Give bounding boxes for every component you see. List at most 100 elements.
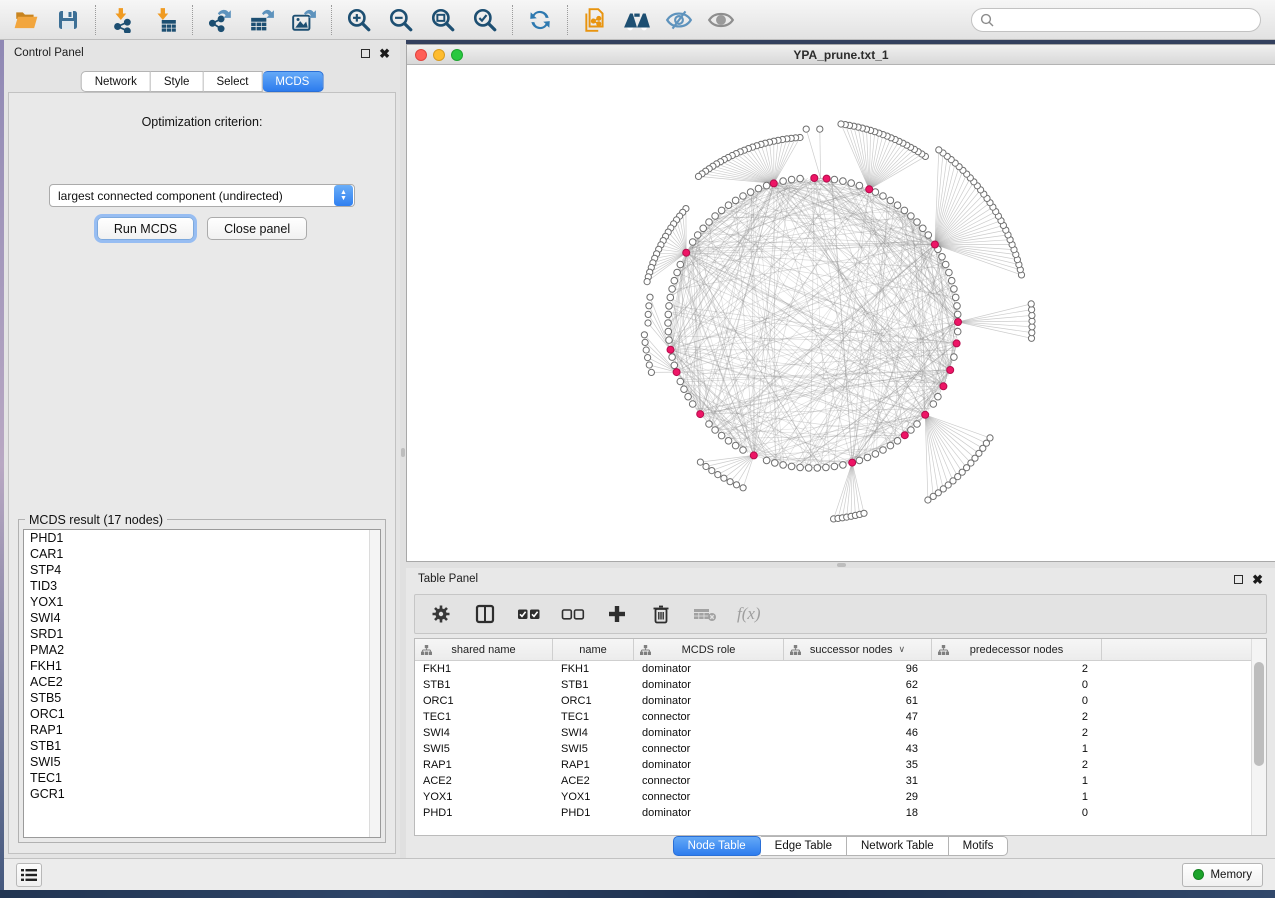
column-header-predecessor-nodes[interactable]: predecessor nodes [932, 639, 1102, 660]
clone-network-icon[interactable] [581, 6, 609, 34]
cell-MCDS-role: connector [634, 789, 784, 805]
criterion-dropdown[interactable]: largest connected component (undirected)… [49, 184, 355, 207]
mcds-result-item[interactable]: SRD1 [24, 626, 380, 642]
mcds-result-item[interactable]: ORC1 [24, 706, 380, 722]
tab-mcds[interactable]: MCDS [262, 71, 323, 92]
table-panel-title: Table Panel [418, 573, 478, 585]
float-panel-icon[interactable] [1234, 575, 1243, 584]
table-row[interactable]: ORC1ORC1dominator610 [415, 693, 1266, 709]
export-table-icon[interactable] [248, 6, 276, 34]
network-canvas[interactable] [407, 65, 1275, 561]
close-panel-icon[interactable]: ✖ [1252, 575, 1263, 584]
window-zoom-icon[interactable] [451, 49, 463, 61]
network-window: YPA_prune.txt_1 [406, 44, 1275, 562]
search-icon [980, 13, 994, 27]
table-row[interactable]: ACE2ACE2connector311 [415, 773, 1266, 789]
table-row[interactable]: PHD1PHD1dominator180 [415, 805, 1266, 821]
tab-network[interactable]: Network [81, 71, 151, 92]
cell-name: SWI4 [553, 725, 634, 741]
hide-selected-icon[interactable] [665, 6, 693, 34]
mcds-result-item[interactable]: GCR1 [24, 786, 380, 802]
show-all-icon[interactable] [707, 6, 735, 34]
tab-edge-table[interactable]: Edge Table [761, 836, 847, 856]
mcds-result-item[interactable]: STP4 [24, 562, 380, 578]
tab-style[interactable]: Style [151, 71, 204, 92]
network-window-titlebar[interactable]: YPA_prune.txt_1 [407, 45, 1275, 65]
control-panel: Control Panel ✖ NetworkStyleSelectMCDS O… [4, 40, 400, 858]
column-header-name[interactable]: name [553, 639, 634, 660]
mcds-list-scrollbar[interactable] [369, 530, 380, 837]
zoom-fit-icon[interactable] [429, 6, 457, 34]
float-panel-icon[interactable] [361, 49, 370, 58]
save-session-icon[interactable] [54, 6, 82, 34]
table-scrollbar[interactable] [1251, 639, 1266, 835]
mcds-result-item[interactable]: RAP1 [24, 722, 380, 738]
cell-name: RAP1 [553, 757, 634, 773]
mcds-result-item[interactable]: STB5 [24, 690, 380, 706]
table-options-icon[interactable] [429, 602, 453, 626]
zoom-selected-icon[interactable] [471, 6, 499, 34]
cell-successor-nodes: 29 [784, 789, 932, 805]
select-all-icon[interactable] [517, 602, 541, 626]
table-row[interactable]: SWI5SWI5connector431 [415, 741, 1266, 757]
table-row[interactable]: FKH1FKH1dominator962 [415, 661, 1266, 677]
control-panel-tabs: NetworkStyleSelectMCDS [81, 71, 324, 92]
delete-rows-icon[interactable] [649, 602, 673, 626]
refresh-icon[interactable] [526, 6, 554, 34]
export-network-icon[interactable] [206, 6, 234, 34]
column-header-shared-name[interactable]: shared name [415, 639, 553, 660]
window-close-icon[interactable] [415, 49, 427, 61]
tab-select[interactable]: Select [203, 71, 262, 92]
task-history-button[interactable] [16, 863, 42, 887]
mcds-result-item[interactable]: PHD1 [24, 530, 380, 546]
run-mcds-button[interactable]: Run MCDS [97, 217, 194, 240]
cell-name: SWI5 [553, 741, 634, 757]
import-table-icon[interactable] [151, 6, 179, 34]
column-header-MCDS-role[interactable]: MCDS role [634, 639, 784, 660]
close-panel-button[interactable]: Close panel [207, 217, 307, 240]
add-row-icon[interactable] [605, 602, 629, 626]
window-minimize-icon[interactable] [433, 49, 445, 61]
mcds-result-item[interactable]: YOX1 [24, 594, 380, 610]
tab-node-table[interactable]: Node Table [673, 836, 761, 856]
control-panel-title: Control Panel [14, 47, 84, 59]
mcds-result-item[interactable]: TID3 [24, 578, 380, 594]
mcds-result-item[interactable]: SWI4 [24, 610, 380, 626]
mcds-result-item[interactable]: SWI5 [24, 754, 380, 770]
table-row[interactable]: STB1STB1dominator620 [415, 677, 1266, 693]
mcds-result-item[interactable]: STB1 [24, 738, 380, 754]
table-row[interactable]: RAP1RAP1dominator352 [415, 757, 1266, 773]
tab-network-table[interactable]: Network Table [847, 836, 949, 856]
table-scrollbar-thumb[interactable] [1254, 662, 1264, 766]
table-row[interactable]: TEC1TEC1connector472 [415, 709, 1266, 725]
search-input[interactable] [999, 13, 1252, 27]
zoom-in-icon[interactable] [345, 6, 373, 34]
tab-motifs[interactable]: Motifs [949, 836, 1009, 856]
mcds-result-item[interactable]: TEC1 [24, 770, 380, 786]
mcds-result-fieldset: MCDS result (17 nodes) PHD1CAR1STP4TID3Y… [18, 519, 386, 843]
column-header-successor-nodes[interactable]: successor nodes∨ [784, 639, 932, 660]
mcds-result-list[interactable]: PHD1CAR1STP4TID3YOX1SWI4SRD1PMA2FKH1ACE2… [23, 529, 381, 838]
cell-name: YOX1 [553, 789, 634, 805]
memory-label: Memory [1210, 869, 1252, 881]
mcds-result-item[interactable]: ACE2 [24, 674, 380, 690]
cell-MCDS-role: dominator [634, 677, 784, 693]
cell-predecessor-nodes: 0 [932, 805, 1102, 821]
first-neighbors-icon[interactable] [623, 6, 651, 34]
table-row[interactable]: YOX1YOX1connector291 [415, 789, 1266, 805]
show-columns-icon[interactable] [473, 602, 497, 626]
cell-successor-nodes: 47 [784, 709, 932, 725]
mcds-result-item[interactable]: PMA2 [24, 642, 380, 658]
mcds-result-item[interactable]: CAR1 [24, 546, 380, 562]
search-box[interactable] [971, 8, 1261, 32]
mcds-result-item[interactable]: FKH1 [24, 658, 380, 674]
zoom-out-icon[interactable] [387, 6, 415, 34]
cell-successor-nodes: 31 [784, 773, 932, 789]
close-panel-icon[interactable]: ✖ [379, 49, 390, 58]
import-network-icon[interactable] [109, 6, 137, 34]
table-row[interactable]: SWI4SWI4dominator462 [415, 725, 1266, 741]
memory-button[interactable]: Memory [1182, 863, 1263, 887]
deselect-all-icon[interactable] [561, 602, 585, 626]
open-session-icon[interactable] [12, 6, 40, 34]
export-image-icon[interactable] [290, 6, 318, 34]
